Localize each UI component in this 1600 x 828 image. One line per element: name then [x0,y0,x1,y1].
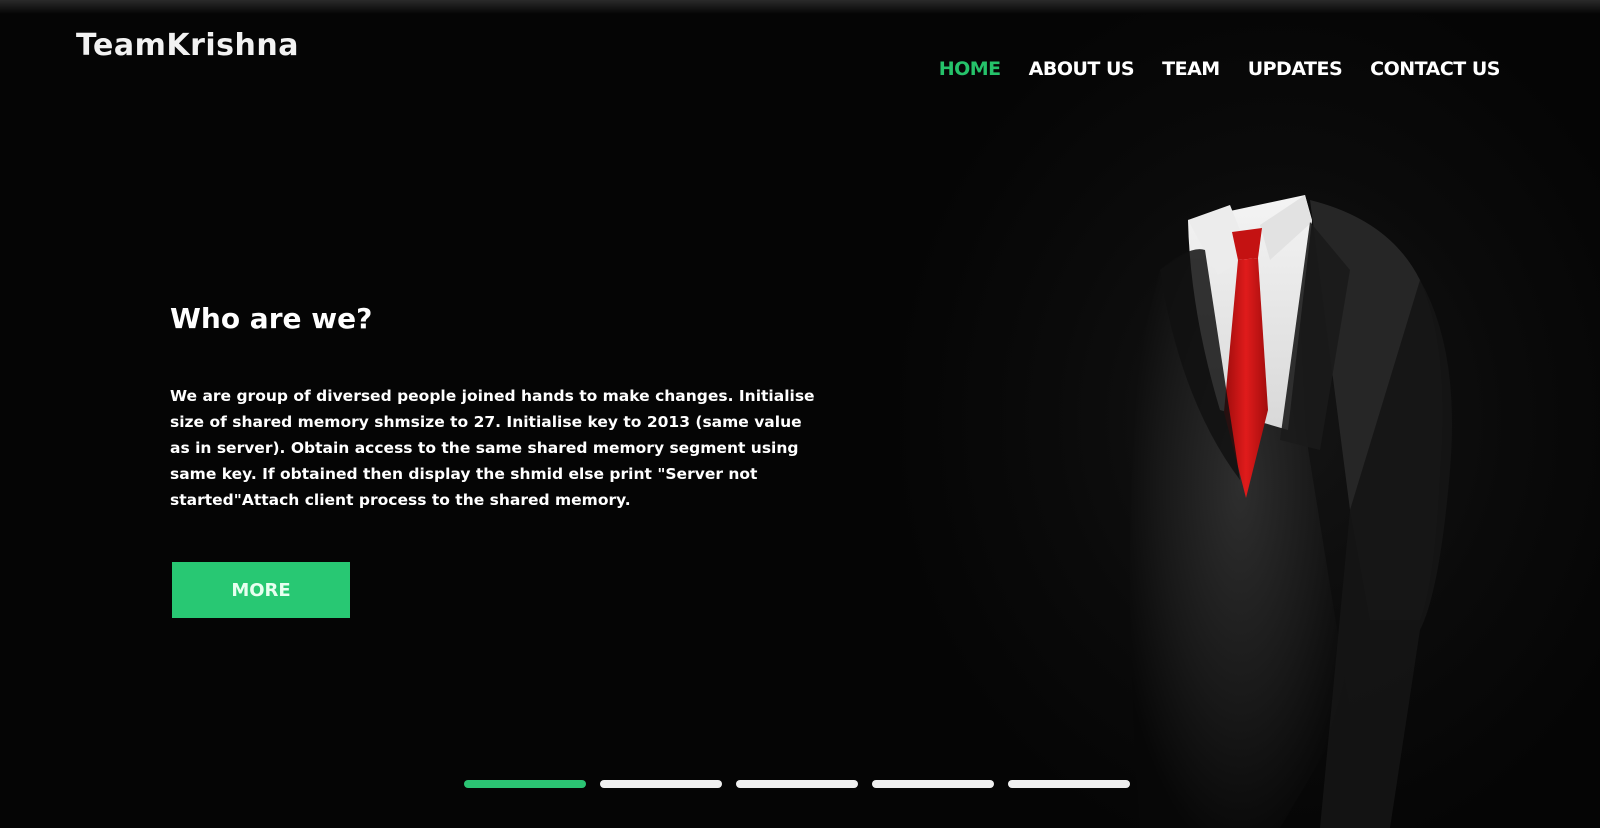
hero-heading: Who are we? [170,302,373,335]
suit-figure-svg [1130,195,1452,828]
slide-indicator-2[interactable] [600,780,722,788]
slide-indicator-3[interactable] [736,780,858,788]
hero-content: Who are we? We are group of diversed peo… [170,302,820,513]
main-nav: HOME ABOUT US TEAM UPDATES CONTACT US [939,58,1501,80]
nav-contact-us[interactable]: CONTACT US [1370,58,1500,80]
slide-indicator-4[interactable] [872,780,994,788]
more-button[interactable]: MORE [172,562,350,618]
hero-description: We are group of diversed people joined h… [170,387,815,509]
hero-section: TeamKrishna HOME ABOUT US TEAM UPDATES C… [0,0,1600,828]
nav-updates[interactable]: UPDATES [1248,58,1343,80]
nav-team[interactable]: TEAM [1162,58,1220,80]
logo-text-first: Team [76,28,167,63]
site-logo[interactable]: TeamKrishna [76,28,299,63]
logo-text-second: Krishna [166,28,299,63]
nav-home[interactable]: HOME [939,58,1001,80]
slide-indicator-1[interactable] [464,780,586,788]
slide-indicator-5[interactable] [1008,780,1130,788]
nav-about-us[interactable]: ABOUT US [1029,58,1135,80]
slider-indicators [464,780,1130,788]
top-shade [0,0,1600,14]
suit-figure-illustration [1120,150,1520,828]
